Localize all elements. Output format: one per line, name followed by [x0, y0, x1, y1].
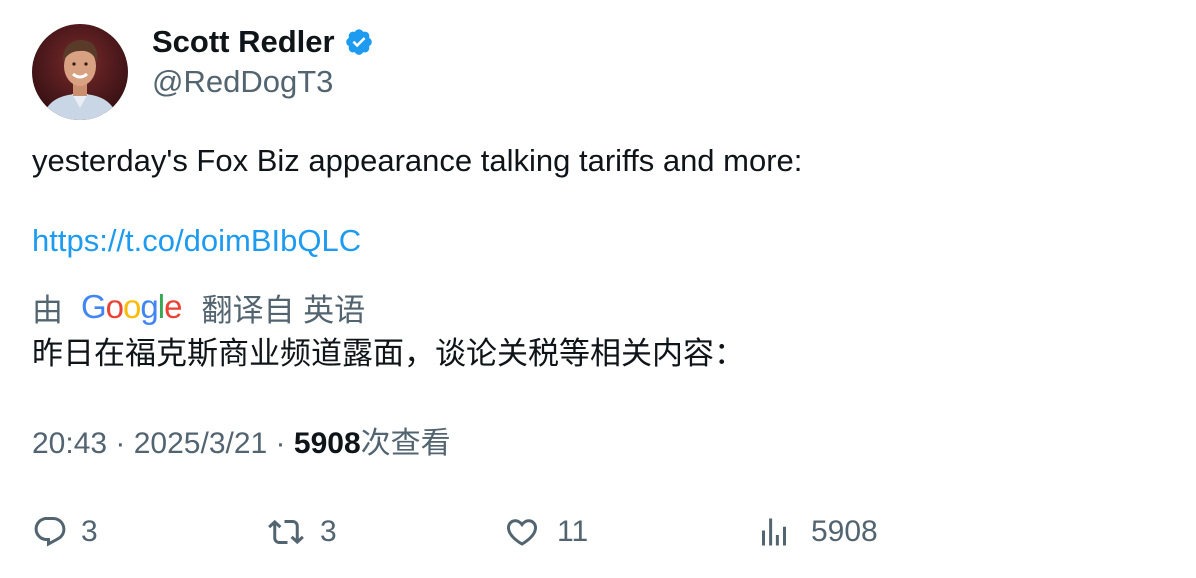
author-handle[interactable]: @RedDogT3: [152, 62, 333, 102]
views-action-count: 5908: [811, 515, 878, 548]
tweet-link[interactable]: https://t.co/doimBIbQLC: [32, 221, 361, 261]
author-display-name[interactable]: Scott Redler: [152, 22, 335, 62]
view-count: 5908: [293, 427, 361, 460]
reply-icon: [32, 514, 68, 550]
views-icon: [756, 514, 792, 550]
like-icon: [504, 514, 540, 550]
meta-separator: ·: [267, 427, 294, 460]
tweet-time[interactable]: 20:43: [32, 427, 107, 460]
avatar[interactable]: [32, 24, 128, 120]
google-logo-letter: G: [81, 288, 107, 325]
google-logo-letter: o: [105, 288, 124, 325]
avatar-image: [32, 24, 128, 120]
meta-separator: ·: [107, 427, 134, 460]
retweet-icon: [268, 514, 304, 550]
google-logo-letter: e: [164, 288, 182, 325]
retweet-count: 3: [320, 515, 337, 548]
reply-count: 3: [81, 515, 98, 548]
like-button[interactable]: 11: [504, 510, 588, 554]
translation-attribution: 由 Google 翻译自 英语: [32, 285, 365, 330]
tweet-meta: 20:43 · 2025/3/21 · 5908次查看: [32, 424, 451, 464]
retweet-button[interactable]: 3: [268, 510, 337, 554]
reply-button[interactable]: 3: [32, 510, 98, 554]
google-logo-letter: g: [140, 288, 158, 325]
views-label: 次查看: [360, 427, 451, 460]
google-logo-letter: o: [123, 288, 141, 325]
translation-from-label[interactable]: 翻译自 英语: [201, 285, 365, 330]
tweet-text: yesterday's Fox Biz appearance talking t…: [32, 143, 803, 178]
views-button[interactable]: 5908: [756, 510, 878, 554]
google-logo[interactable]: Google: [81, 287, 182, 327]
verified-badge-icon[interactable]: [344, 27, 374, 57]
author-name-row: Scott Redler: [152, 22, 374, 62]
translation-by-label: 由: [32, 292, 63, 328]
like-count: 11: [557, 515, 589, 548]
translated-text: 昨日在福克斯商业频道露面，谈论关税等相关内容：: [32, 336, 745, 371]
tweet-date[interactable]: 2025/3/21: [134, 427, 267, 460]
